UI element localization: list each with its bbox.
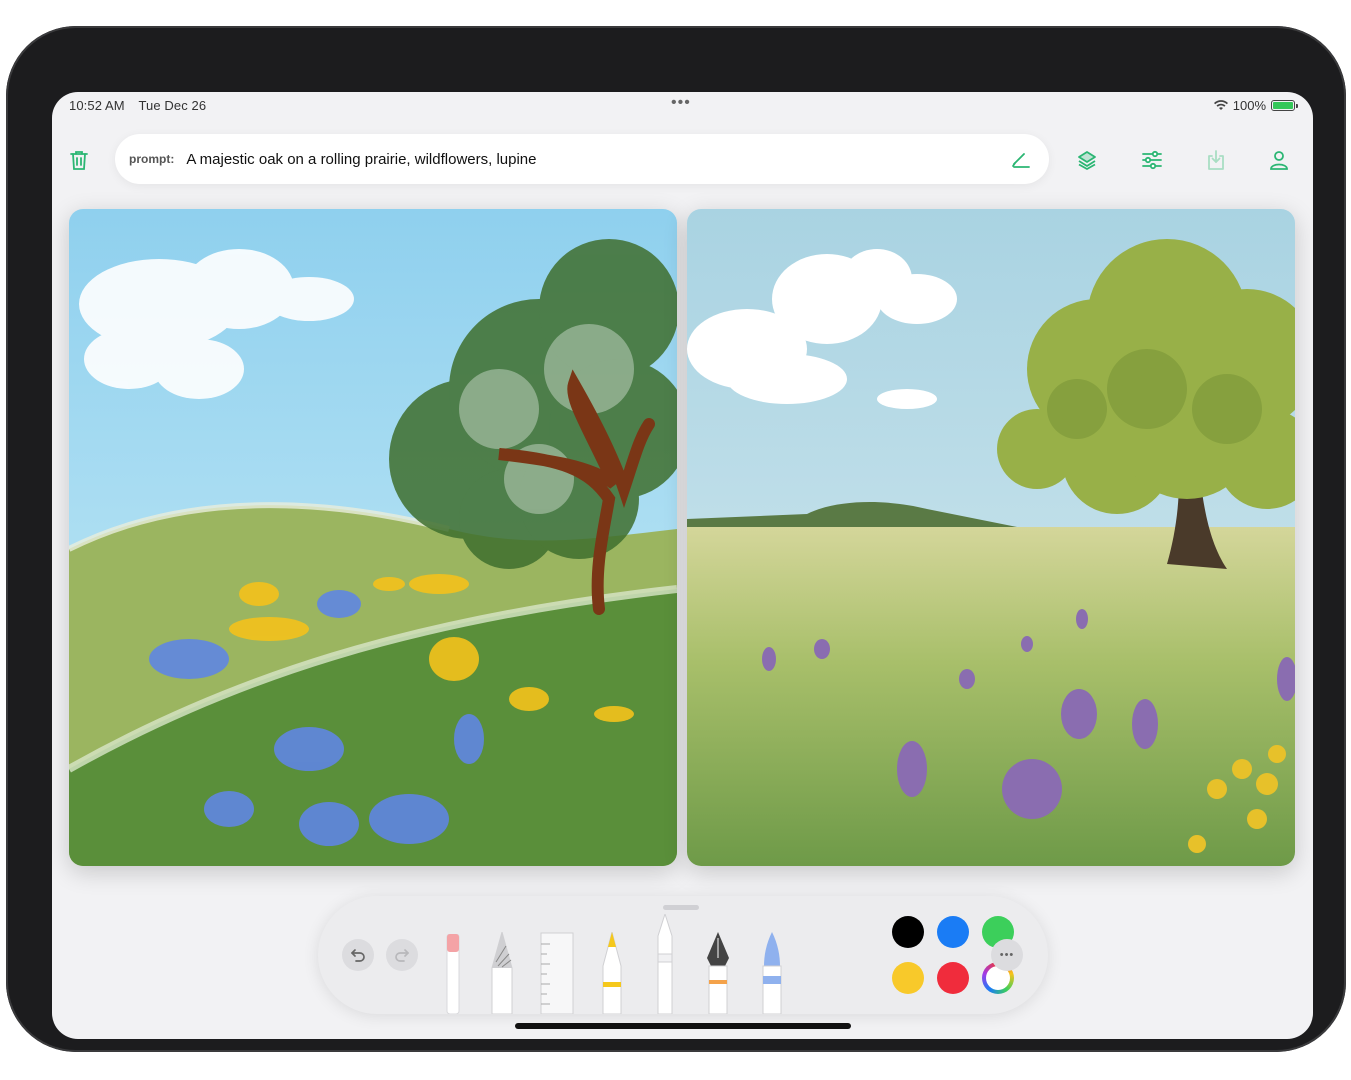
download-icon[interactable] [1202, 146, 1230, 174]
sketch-canvas[interactable] [69, 209, 677, 866]
pencil-edit-icon[interactable] [1007, 145, 1035, 173]
home-indicator [515, 1023, 851, 1029]
screen: 10:52 AM Tue Dec 26 ••• 100% prompt: A m… [52, 92, 1313, 1039]
more-icon-glyph: ••• [999, 949, 1015, 961]
ipad-frame: 10:52 AM Tue Dec 26 ••• 100% prompt: A m… [6, 26, 1346, 1052]
undo-icon[interactable] [342, 939, 374, 971]
prompt-input[interactable]: A majestic oak on a rolling prairie, wil… [186, 151, 1049, 168]
watercolor-brush-tool[interactable] [760, 932, 784, 1014]
color-swatch-blue[interactable] [937, 916, 969, 948]
sliders-icon[interactable] [1138, 146, 1166, 174]
layers-icon[interactable] [1073, 146, 1101, 174]
color-swatch-yellow[interactable] [892, 962, 924, 994]
marker-tool[interactable] [600, 932, 624, 1014]
drawing-tool-palette: ••• [318, 896, 1048, 1014]
status-date: Tue Dec 26 [138, 98, 207, 113]
prompt-label: prompt: [129, 152, 175, 166]
pencil-tool[interactable] [490, 932, 514, 1014]
generated-image[interactable] [687, 209, 1295, 866]
eraser-tool[interactable] [446, 934, 460, 1014]
color-swatch-red[interactable] [937, 962, 969, 994]
status-bar-left: 10:52 AM Tue Dec 26 [69, 98, 206, 113]
status-bar-right: 100% [1213, 98, 1298, 113]
color-swatch-black[interactable] [892, 916, 924, 948]
fountain-pen-tool[interactable] [704, 932, 732, 1014]
trash-icon[interactable] [65, 146, 93, 174]
profile-icon[interactable] [1265, 146, 1293, 174]
redo-icon[interactable] [386, 939, 418, 971]
ruler-tool[interactable] [540, 932, 574, 1014]
battery-percent: 100% [1232, 98, 1266, 113]
more-icon[interactable]: ••• [991, 939, 1023, 971]
prompt-bar[interactable]: prompt: A majestic oak on a rolling prai… [115, 134, 1049, 184]
status-time: 10:52 AM [69, 98, 125, 113]
crayon-tool[interactable] [654, 914, 676, 1014]
battery-icon [1271, 100, 1298, 111]
palette-grabber[interactable] [663, 905, 699, 910]
wifi-icon [1213, 100, 1228, 110]
multitasking-dots[interactable]: ••• [671, 95, 691, 111]
